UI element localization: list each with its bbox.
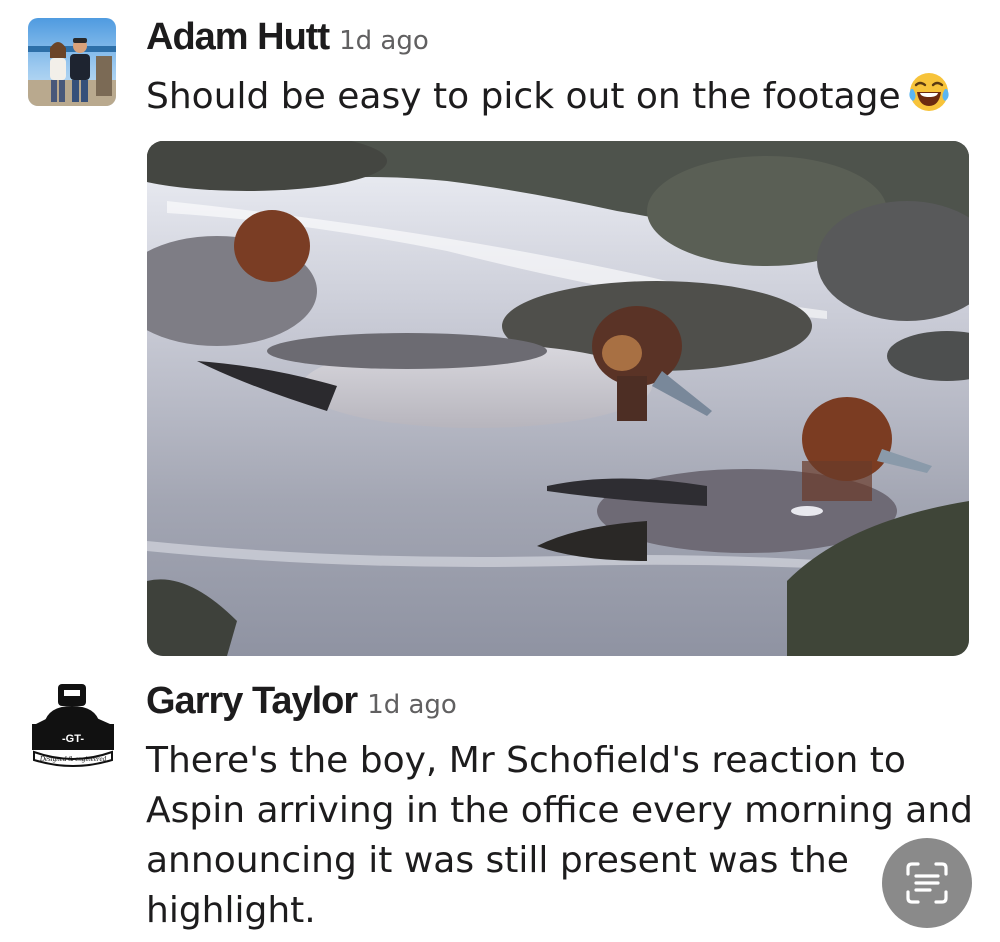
message-text: Should be easy to pick out on the footag… xyxy=(146,70,951,122)
message-header: Adam Hutt 1d ago xyxy=(146,16,429,59)
message-line: announcing it was still present was the xyxy=(146,840,849,881)
gt-logo: -GT- Designed & engineered xyxy=(28,680,118,772)
message-line: There's the boy, Mr Schofield's reaction… xyxy=(146,740,906,781)
message-adam-hutt: Adam Hutt 1d ago Should be easy to pick o… xyxy=(0,0,1000,660)
text-scan-icon xyxy=(906,862,948,904)
avatar-adam-hutt[interactable] xyxy=(28,18,116,106)
message-text: There's the boy, Mr Schofield's reaction… xyxy=(146,736,973,936)
message-header: Garry Taylor 1d ago xyxy=(146,680,457,723)
message-garry-taylor: -GT- Designed & engineered Garry Taylor 1… xyxy=(0,660,1000,942)
avatar-garry-taylor[interactable]: -GT- Designed & engineered xyxy=(28,680,118,772)
face-with-tears-of-joy-icon xyxy=(907,70,951,114)
avatar-photo xyxy=(28,18,116,106)
message-body: Should be easy to pick out on the footag… xyxy=(146,76,901,117)
timestamp[interactable]: 1d ago xyxy=(367,690,457,720)
logo-badge-text: -GT- xyxy=(62,733,84,745)
message-line: highlight. xyxy=(146,890,316,931)
logo-tagline: Designed & engineered xyxy=(39,755,107,763)
author-name[interactable]: Adam Hutt xyxy=(146,16,330,58)
author-name[interactable]: Garry Taylor xyxy=(146,680,358,722)
attached-image[interactable] xyxy=(147,141,969,656)
timestamp[interactable]: 1d ago xyxy=(339,26,429,56)
text-scan-button[interactable] xyxy=(882,838,972,928)
image-ducks-on-water xyxy=(147,141,969,656)
message-line: Aspin arriving in the office every morni… xyxy=(146,790,974,831)
